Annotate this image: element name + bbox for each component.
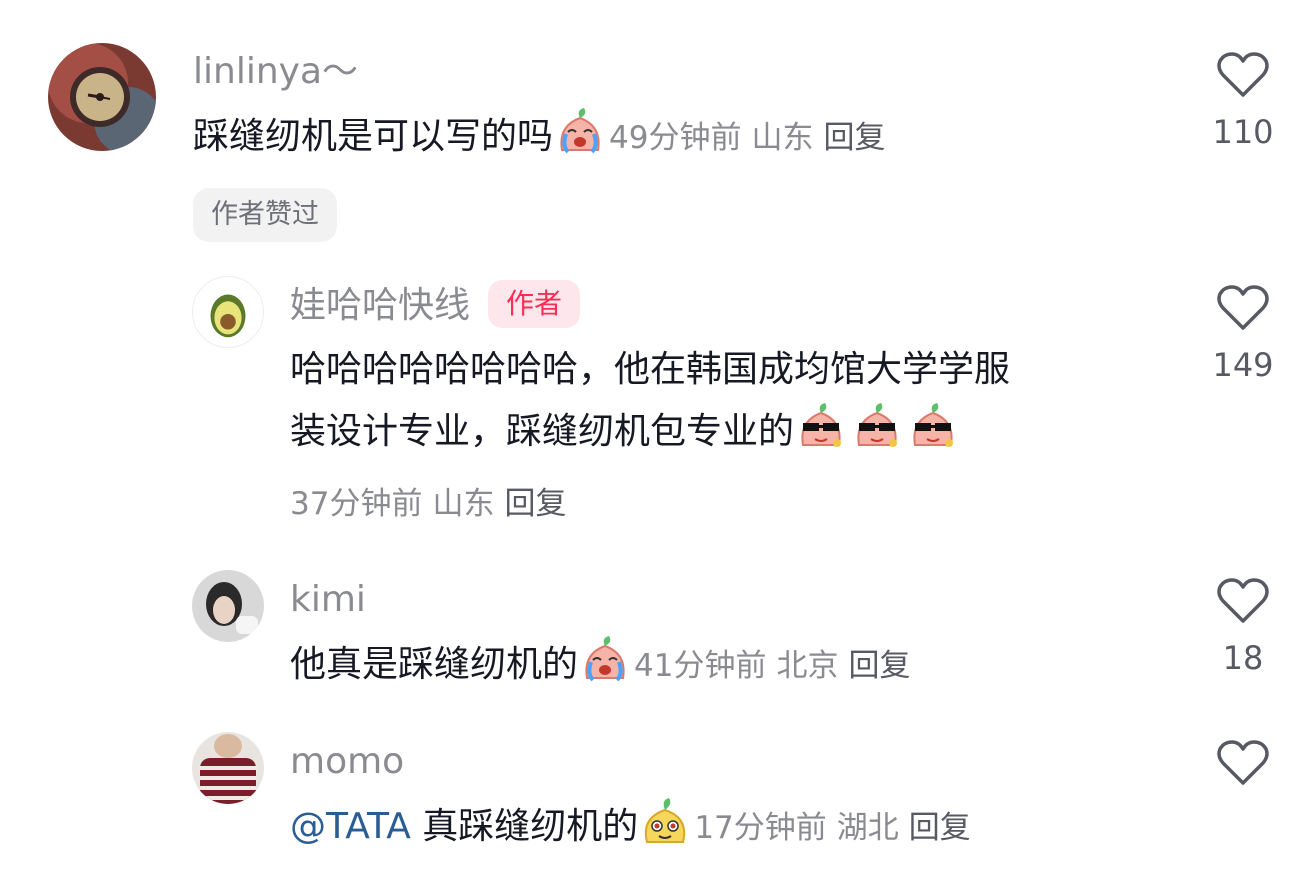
heart-icon [1217,285,1269,330]
like-count: 149 [1212,346,1274,384]
comment-time: 37分钟前 [290,486,423,522]
comment-username-row: 娃哈哈快线 作者 [290,280,581,328]
cool-sunglasses-emoji-icon [795,401,847,453]
like-button[interactable]: 18 [1188,578,1298,678]
comment-time: 17分钟前 [694,810,827,846]
mention-link[interactable]: @TATA [290,806,411,847]
comment-username[interactable]: 娃哈哈快线 [290,285,470,326]
reply-button[interactable]: 回复 [504,486,566,522]
comment-location: 山东 [751,120,814,156]
heart-icon [1217,52,1269,97]
heart-icon [1217,740,1269,785]
avatar[interactable] [192,732,264,804]
comment-text: 他真是踩缝纫机的 [290,644,579,685]
comment-location: 北京 [776,648,839,684]
avatar[interactable] [192,570,264,642]
comment-body: 他真是踩缝纫机的 41分钟前 北京 回复 [290,634,910,697]
reply-button[interactable]: 回复 [823,120,885,156]
comment-location: 湖北 [836,810,899,846]
like-count: 18 [1222,639,1264,677]
smug-emoji-icon [639,796,691,848]
comment-username[interactable]: kimi [290,578,366,622]
comment-location: 山东 [432,486,495,522]
avatar[interactable] [48,43,156,151]
comment-text: 踩缝纫机是可以写的吗 [193,116,554,157]
comment-body: 踩缝纫机是可以写的吗 49分钟前 山东 回复 [193,106,885,169]
like-count: 110 [1212,113,1274,151]
comment-text-line: 装设计专业，踩缝纫机包专业的 [290,411,795,452]
cool-sunglasses-emoji-icon [907,401,959,453]
like-button[interactable] [1188,740,1298,786]
comment-username[interactable]: linlinya～ [193,50,358,94]
like-button[interactable]: 149 [1188,285,1298,385]
reply-button[interactable]: 回复 [848,648,910,684]
comment-time: 41分钟前 [634,648,767,684]
author-liked-badge: 作者赞过 [193,188,337,242]
comment-body: 哈哈哈哈哈哈哈哈，他在韩国成均馆大学学服 装设计专业，踩缝纫机包专业的 [290,339,1010,463]
cool-sunglasses-emoji-icon [851,401,903,453]
comment-text: 真踩缝纫机的 [410,806,639,847]
avatar[interactable] [192,276,264,348]
comment-text-line: 哈哈哈哈哈哈哈哈，他在韩国成均馆大学学服 [290,349,1011,390]
comment-username[interactable]: momo [290,740,404,784]
author-tag: 作者 [488,280,581,328]
reply-button[interactable]: 回复 [909,810,971,846]
comment-body: @TATA 真踩缝纫机的 17分钟前 湖北 回复 [290,796,971,859]
comment-time: 49分钟前 [609,120,742,156]
like-button[interactable]: 110 [1188,52,1298,152]
crying-emoji-icon [554,106,606,158]
comment-meta: 37分钟前 山东 回复 [290,484,566,524]
heart-icon [1217,578,1269,623]
crying-emoji-icon [579,634,631,686]
